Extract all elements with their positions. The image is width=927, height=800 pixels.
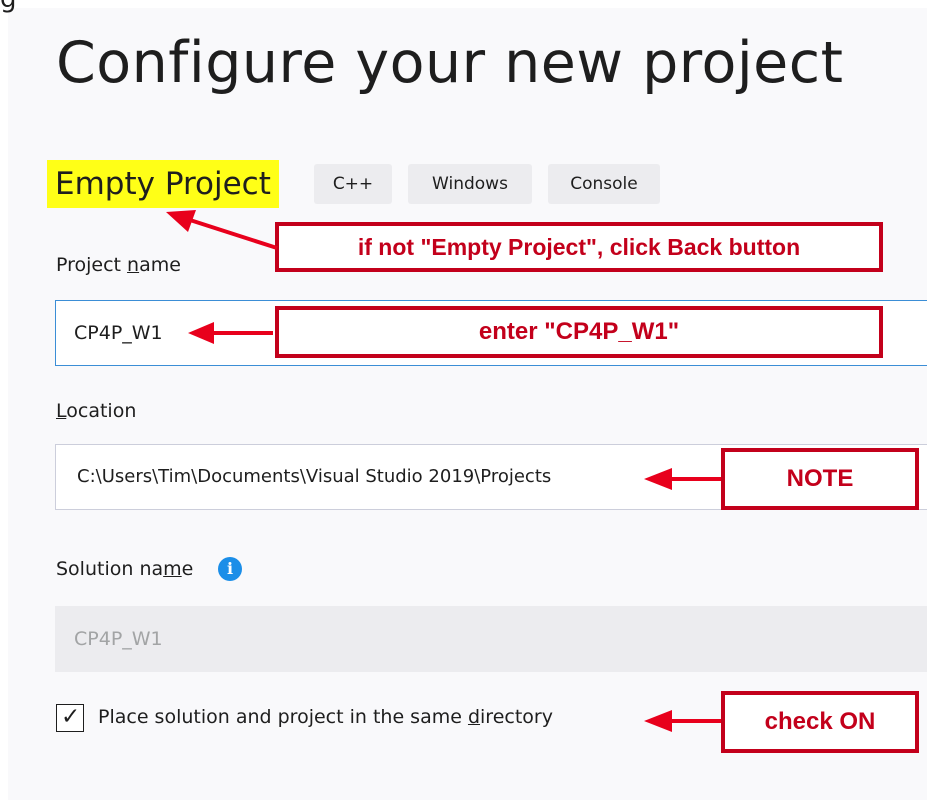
template-name: Empty Project [47,160,279,208]
same-directory-checkbox[interactable]: ✓ [56,704,84,732]
tag-windows: Windows [408,164,532,204]
tag-cpp: C++ [314,164,392,204]
location-label: Location [56,400,137,422]
project-name-label: Project name [56,254,181,276]
annotation-back-hint: if not "Empty Project", click Back butto… [275,222,883,272]
tag-console: Console [548,164,660,204]
annotation-check-on: check ON [721,691,919,753]
annotation-note: NOTE [721,448,919,510]
same-directory-label[interactable]: Place solution and project in the same d… [98,706,553,728]
clipped-heading-text: g [0,0,17,14]
annotation-enter-hint: enter "CP4P_W1" [275,306,883,358]
checkmark-icon: ✓ [61,704,81,730]
solution-name-input[interactable]: CP4P_W1 [55,606,927,672]
solution-name-label: Solution name [56,558,194,580]
info-icon[interactable]: i [218,557,242,581]
dialog-panel [8,8,927,800]
page-title: Configure your new project [56,30,844,96]
